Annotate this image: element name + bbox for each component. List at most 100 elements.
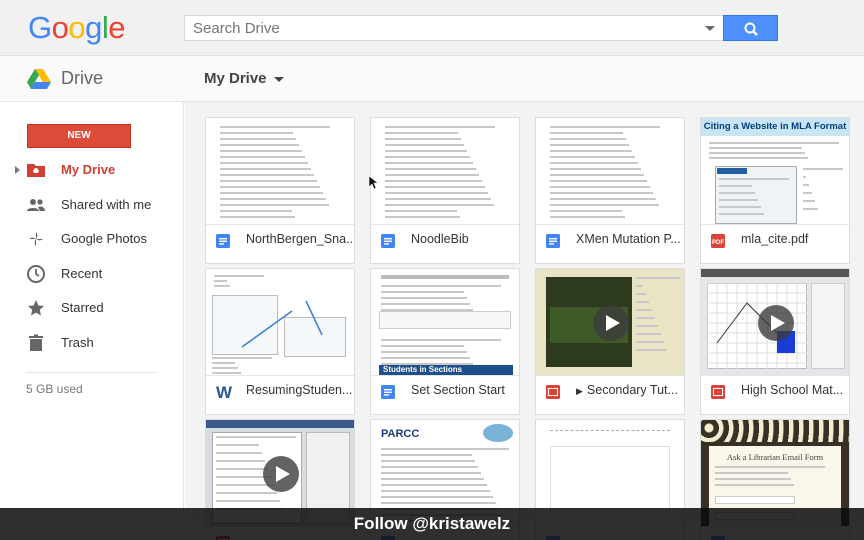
google-logo[interactable]: Google <box>28 10 126 46</box>
logo-letter: G <box>28 10 52 45</box>
text-line <box>220 132 293 134</box>
text-line <box>636 341 664 343</box>
text-line <box>220 144 299 146</box>
file-thumbnail[interactable]: Students in Sections <box>371 269 519 376</box>
text-line <box>550 192 653 194</box>
file-thumbnail[interactable] <box>536 118 684 225</box>
text-line <box>381 339 501 341</box>
play-button-icon[interactable] <box>757 304 795 342</box>
text-line <box>220 174 314 176</box>
file-thumbnail[interactable] <box>206 269 354 376</box>
text-line <box>385 210 457 212</box>
svg-text:PDF: PDF <box>712 240 724 246</box>
new-button[interactable]: NEW <box>27 124 131 148</box>
text-line <box>212 372 241 374</box>
file-card[interactable]: NoodleBib <box>370 117 520 264</box>
text-line <box>381 291 464 293</box>
text-line <box>381 285 501 287</box>
text-line <box>385 198 491 200</box>
svg-text:W: W <box>216 383 233 400</box>
sidebar-item-google-photos[interactable]: Google Photos <box>0 226 183 252</box>
drive-header: Drive My Drive <box>0 56 864 102</box>
file-name[interactable]: XMen Mutation P... <box>576 232 682 246</box>
sidebar-item-my-drive[interactable]: My Drive <box>0 157 183 183</box>
text-line <box>385 192 488 194</box>
text-line <box>220 168 311 170</box>
text-line <box>803 208 818 210</box>
expand-arrow-icon[interactable] <box>15 166 20 174</box>
file-card[interactable]: XMen Mutation P... <box>535 117 685 264</box>
search-input[interactable] <box>185 16 685 40</box>
file-thumbnail[interactable] <box>536 269 684 376</box>
search-box[interactable] <box>184 15 723 41</box>
file-thumbnail[interactable]: Citing a Website in MLA Format <box>701 118 849 225</box>
file-thumbnail[interactable] <box>371 118 519 225</box>
sidebar-item-label: Recent <box>61 265 103 281</box>
file-name-text: NoodleBib <box>411 232 469 246</box>
clock-icon <box>26 264 46 284</box>
text-line <box>709 147 802 149</box>
storage-used: 5 GB used <box>26 382 83 396</box>
text-line <box>550 162 638 164</box>
text-line <box>636 325 658 327</box>
video-icon <box>711 385 725 399</box>
text-line <box>709 142 839 144</box>
text-line <box>550 204 659 206</box>
search-icon <box>744 22 758 36</box>
file-card[interactable]: ▶ Secondary Tut... <box>535 268 685 415</box>
file-card[interactable]: W ResumingStuden... <box>205 268 355 415</box>
file-card[interactable]: Students in Sections Set Section Start <box>370 268 520 415</box>
text-line <box>550 138 626 140</box>
drive-window: Google Drive My Drive NEW My Drive Shared… <box>0 0 864 540</box>
banner-text: Follow @kristawelz <box>353 514 511 533</box>
text-line <box>550 198 656 200</box>
text-line <box>381 297 467 299</box>
location-dropdown[interactable]: My Drive <box>204 70 284 87</box>
file-name[interactable]: Set Section Start <box>411 383 517 397</box>
play-button-icon[interactable] <box>592 304 630 342</box>
text-line <box>385 180 482 182</box>
file-name[interactable]: mla_cite.pdf <box>741 232 847 246</box>
file-name[interactable]: ResumingStuden... <box>246 383 352 397</box>
text-line <box>220 216 295 218</box>
sidebar-item-label: Google Photos <box>61 231 148 246</box>
sidebar-item-recent[interactable]: Recent <box>0 261 183 287</box>
sidebar-item-shared-with-me[interactable]: Shared with me <box>0 192 183 218</box>
file-thumbnail[interactable] <box>206 118 354 225</box>
sidebar-item-starred[interactable]: Starred <box>0 295 183 321</box>
file-card[interactable]: High School Mat... <box>700 268 850 415</box>
text-line <box>550 126 660 128</box>
search-button[interactable] <box>723 15 778 41</box>
file-card[interactable]: NorthBergen_Sna... <box>205 117 355 264</box>
text-line <box>216 468 268 470</box>
search-options-chevron-icon[interactable] <box>705 26 715 31</box>
file-name[interactable]: ▶ Secondary Tut... <box>576 383 682 397</box>
drive-logo-icon[interactable] <box>27 68 51 90</box>
text-line <box>214 280 227 282</box>
text-line <box>719 213 764 215</box>
text-line <box>636 349 667 351</box>
file-name[interactable]: High School Mat... <box>741 383 847 397</box>
text-line <box>214 275 264 277</box>
file-thumbnail[interactable] <box>701 269 849 376</box>
file-name-text: Secondary Tut... <box>586 383 678 397</box>
text-line <box>385 150 467 152</box>
file-name[interactable]: NoodleBib <box>411 232 517 246</box>
file-card[interactable]: Citing a Website in MLA Format PDF mla_cit… <box>700 117 850 264</box>
text-line <box>212 367 238 369</box>
text-line <box>220 126 330 128</box>
sidebar-item-label: Trash <box>61 334 94 350</box>
text-line <box>216 460 265 462</box>
top-bar: Google <box>0 0 864 56</box>
text-line <box>220 162 308 164</box>
text-line <box>216 500 280 502</box>
text-line <box>550 144 629 146</box>
overlay-banner: Follow @kristawelz <box>0 508 864 540</box>
text-line <box>385 186 485 188</box>
text-line <box>381 448 509 450</box>
file-name[interactable]: NorthBergen_Sna... <box>246 232 352 246</box>
mouse-cursor-icon <box>369 176 379 190</box>
file-name-text: Set Section Start <box>411 383 505 397</box>
play-button-icon[interactable] <box>262 455 300 493</box>
sidebar-item-trash[interactable]: Trash <box>0 330 183 356</box>
